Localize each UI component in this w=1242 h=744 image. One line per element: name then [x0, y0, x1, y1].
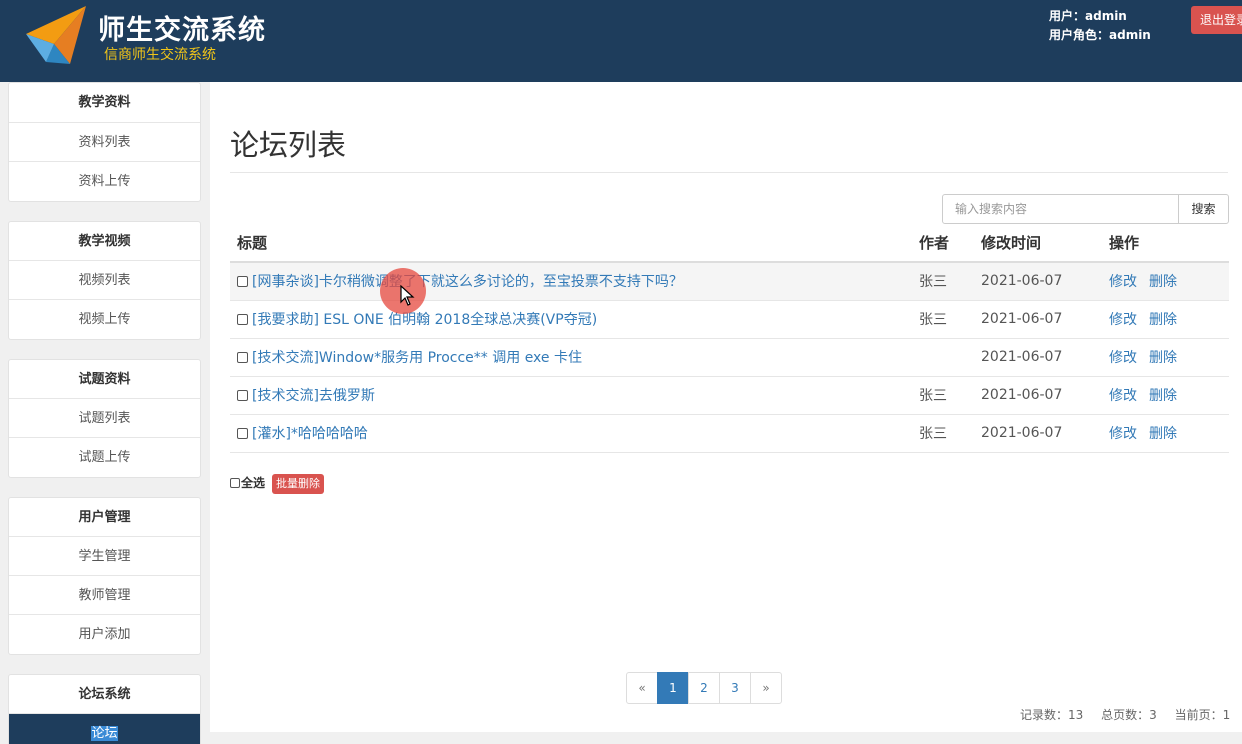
record-count: 记录数：13 — [1020, 708, 1084, 722]
sidebar-item-exam-upload[interactable]: 试题上传 — [9, 438, 200, 477]
sidebar-group-exam-materials: 试题资料 试题列表 试题上传 — [8, 359, 201, 478]
sidebar-item-user-add[interactable]: 用户添加 — [9, 615, 200, 654]
sidebar-group-forum-system: 论坛系统 论坛 — [8, 674, 201, 744]
row-checkbox[interactable] — [237, 390, 248, 401]
post-modified-time: 2021-06-07 — [981, 414, 1109, 453]
table-row: [技术交流]Window*服务用 Procce** 调用 exe 卡住 2021… — [230, 338, 1229, 377]
pagination-page-3[interactable]: 3 — [719, 672, 751, 704]
sidebar-item-video-upload[interactable]: 视频上传 — [9, 300, 200, 339]
post-author: 张三 — [919, 300, 981, 339]
post-title-link[interactable]: [我要求助] ESL ONE 伯明翰 2018全球总决赛(VP夺冠) — [252, 312, 597, 328]
sidebar-item-student-management[interactable]: 学生管理 — [9, 537, 200, 576]
search-button[interactable]: 搜索 — [1178, 194, 1229, 224]
delete-link[interactable]: 删除 — [1149, 388, 1177, 404]
sidebar-group-title: 试题资料 — [9, 360, 200, 399]
top-header: 师生交流系统 信商师生交流系统 用户：admin 用户角色：admin 退出登录 — [0, 0, 1242, 82]
post-modified-time: 2021-06-07 — [981, 262, 1109, 301]
pagination-page-1[interactable]: 1 — [657, 672, 689, 704]
post-title-link[interactable]: [灌水]*哈哈哈哈哈 — [252, 426, 368, 442]
sidebar-item-exam-list[interactable]: 试题列表 — [9, 399, 200, 438]
user-info: 用户：admin 用户角色：admin — [1049, 7, 1151, 45]
sidebar-item-forum[interactable]: 论坛 — [9, 714, 200, 744]
post-author — [919, 338, 981, 377]
mouse-cursor-icon — [400, 285, 415, 306]
select-all-control[interactable]: 全选 — [230, 474, 265, 491]
sidebar-group-teaching-videos: 教学视频 视频列表 视频上传 — [8, 221, 201, 340]
post-author: 张三 — [919, 262, 981, 301]
post-author: 张三 — [919, 414, 981, 453]
post-author: 张三 — [919, 376, 981, 415]
pagination-prev[interactable]: « — [626, 672, 658, 704]
forum-table: 标题 作者 修改时间 操作 [网事杂谈]卡尔稍微调整了下就这么多讨论的，至宝投票… — [230, 224, 1229, 453]
title-divider — [230, 172, 1228, 173]
row-checkbox[interactable] — [237, 352, 248, 363]
delete-link[interactable]: 删除 — [1149, 426, 1177, 442]
sidebar-group-teaching-materials: 教学资料 资料列表 资料上传 — [8, 82, 201, 202]
pagination-page-2[interactable]: 2 — [688, 672, 720, 704]
search-input[interactable]: 输入搜索内容 — [942, 194, 1179, 224]
total-pages: 总页数：3 — [1101, 708, 1157, 722]
post-modified-time: 2021-06-07 — [981, 376, 1109, 415]
sidebar-group-title: 教学资料 — [9, 83, 200, 123]
delete-link[interactable]: 删除 — [1149, 350, 1177, 366]
post-title-link[interactable]: [技术交流]Window*服务用 Procce** 调用 exe 卡住 — [252, 350, 582, 366]
main-content: 论坛列表 输入搜索内容 搜索 标题 作者 修改时间 操作 [网事杂谈]卡尔稍微调… — [210, 82, 1242, 732]
app-title: 师生交流系统 — [98, 15, 266, 46]
column-header-author: 作者 — [919, 224, 981, 263]
app-subtitle: 信商师生交流系统 — [104, 47, 216, 63]
edit-link[interactable]: 修改 — [1109, 388, 1137, 404]
sidebar-nav: 教学资料 资料列表 资料上传 教学视频 视频列表 视频上传 试题资料 试题列表 … — [8, 82, 201, 744]
select-all-label: 全选 — [241, 476, 266, 490]
table-row: [灌水]*哈哈哈哈哈 张三 2021-06-07 修改 删除 — [230, 414, 1229, 453]
post-title-link[interactable]: [技术交流]去俄罗斯 — [252, 388, 375, 404]
sidebar-item-material-upload[interactable]: 资料上传 — [9, 162, 200, 201]
sidebar-item-forum-label: 论坛 — [91, 726, 118, 741]
row-checkbox[interactable] — [237, 314, 248, 325]
pagination: « 1 2 3 » — [626, 672, 782, 704]
current-page: 当前页：1 — [1174, 708, 1231, 722]
sidebar-item-teacher-management[interactable]: 教师管理 — [9, 576, 200, 615]
select-all-checkbox[interactable] — [230, 478, 240, 488]
column-header-actions: 操作 — [1109, 224, 1229, 263]
edit-link[interactable]: 修改 — [1109, 274, 1137, 290]
sidebar-group-title: 教学视频 — [9, 222, 200, 261]
column-header-title: 标题 — [230, 224, 919, 263]
table-row: [我要求助] ESL ONE 伯明翰 2018全球总决赛(VP夺冠) 张三 20… — [230, 300, 1229, 339]
current-role-label: 用户角色：admin — [1049, 28, 1151, 42]
post-modified-time: 2021-06-07 — [981, 300, 1109, 339]
table-header-row: 标题 作者 修改时间 操作 — [230, 224, 1229, 263]
edit-link[interactable]: 修改 — [1109, 350, 1137, 366]
row-checkbox[interactable] — [237, 276, 248, 288]
sidebar-group-title: 论坛系统 — [9, 675, 200, 714]
delete-link[interactable]: 删除 — [1149, 274, 1177, 290]
sidebar-item-video-list[interactable]: 视频列表 — [9, 261, 200, 300]
logout-button[interactable]: 退出登录 — [1191, 6, 1242, 34]
edit-link[interactable]: 修改 — [1109, 312, 1137, 328]
table-row: [技术交流]去俄罗斯 张三 2021-06-07 修改 删除 — [230, 376, 1229, 415]
column-header-modified: 修改时间 — [981, 224, 1109, 263]
pagination-next[interactable]: » — [750, 672, 782, 704]
paper-plane-logo-icon — [26, 6, 86, 64]
edit-link[interactable]: 修改 — [1109, 426, 1137, 442]
record-stats: 记录数：13 总页数：3 当前页：1 — [1020, 706, 1242, 723]
delete-link[interactable]: 删除 — [1149, 312, 1177, 328]
post-modified-time: 2021-06-07 — [981, 338, 1109, 377]
row-checkbox[interactable] — [237, 428, 248, 439]
page-title: 论坛列表 — [230, 128, 347, 162]
batch-delete-button[interactable]: 批量删除 — [272, 474, 324, 494]
current-user-label: 用户：admin — [1049, 9, 1127, 23]
sidebar-group-title: 用户管理 — [9, 498, 200, 537]
sidebar-item-material-list[interactable]: 资料列表 — [9, 123, 200, 162]
sidebar-group-user-management: 用户管理 学生管理 教师管理 用户添加 — [8, 497, 201, 655]
post-title-link[interactable]: [网事杂谈]卡尔稍微调整了下就这么多讨论的，至宝投票不支持下吗？ — [252, 274, 683, 290]
